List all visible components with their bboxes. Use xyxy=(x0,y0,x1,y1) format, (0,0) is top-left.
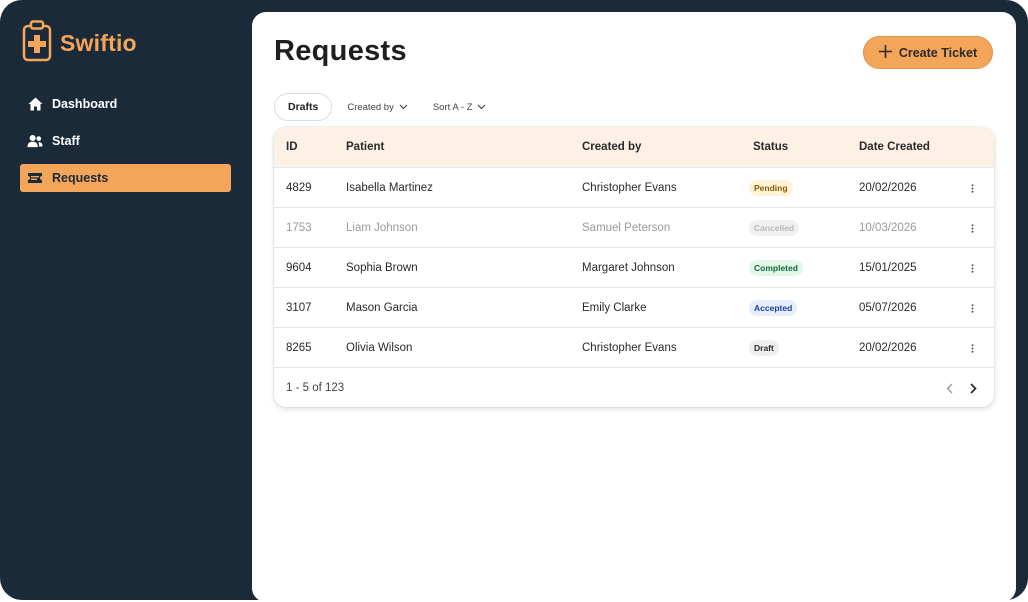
cell-created-by: Margaret Johnson xyxy=(582,262,675,274)
created-by-label: Created by xyxy=(347,101,394,113)
cell-created-by: Samuel Peterson xyxy=(582,222,671,234)
users-icon xyxy=(27,133,43,149)
cell-patient: Isabella Martinez xyxy=(346,182,433,194)
app-logo[interactable]: Swiftio xyxy=(22,20,137,67)
more-options-icon[interactable] xyxy=(971,208,974,248)
cell-created-by: Christopher Evans xyxy=(582,342,677,354)
table-footer: 1 - 5 of 123 xyxy=(274,367,994,407)
sidebar-item-requests[interactable]: Requests xyxy=(20,164,231,192)
cell-id: 1753 xyxy=(286,222,312,234)
chevron-down-icon xyxy=(477,102,486,113)
requests-table: ID Patient Created by Status Date Create… xyxy=(274,127,994,407)
created-by-dropdown[interactable]: Created by xyxy=(347,101,408,113)
status-badge: Cancelled xyxy=(749,220,800,236)
drafts-label: Drafts xyxy=(288,101,319,113)
column-header-id[interactable]: ID xyxy=(286,141,298,153)
page-title: Requests xyxy=(274,35,407,67)
cell-created-by: Emily Clarke xyxy=(582,302,647,314)
more-options-icon[interactable] xyxy=(971,168,974,208)
column-header-created-by[interactable]: Created by xyxy=(582,141,641,153)
chevron-down-icon xyxy=(399,102,408,113)
pagination-info: 1 - 5 of 123 xyxy=(286,382,345,394)
chevron-left-icon[interactable] xyxy=(946,368,953,407)
cell-patient: Olivia Wilson xyxy=(346,342,413,354)
table-row[interactable]: 4829 Isabella Martinez Christopher Evans 20… xyxy=(274,167,994,207)
status-badge: Pending xyxy=(749,180,793,196)
column-header-status[interactable]: Status xyxy=(753,141,788,153)
create-ticket-label: Create Ticket xyxy=(898,45,978,60)
sidebar-item-label: Requests xyxy=(52,171,109,185)
column-header-date-created[interactable]: Date Created xyxy=(859,141,930,153)
cell-id: 3107 xyxy=(286,302,312,314)
cell-date-created: 20/02/2026 xyxy=(859,182,917,194)
drafts-filter-chip[interactable]: Drafts xyxy=(274,93,333,121)
sort-label: Sort A - Z xyxy=(432,101,473,113)
cell-patient: Liam Johnson xyxy=(346,222,418,234)
cell-status: Accepted xyxy=(749,288,798,328)
sidebar: Swiftio Dashboard Staff Requests xyxy=(0,0,250,580)
cell-created-by: Christopher Evans xyxy=(582,182,677,194)
cell-status: Pending xyxy=(749,168,793,208)
status-badge: Completed xyxy=(749,260,803,276)
ticket-icon xyxy=(27,170,43,186)
cell-status: Cancelled xyxy=(749,208,800,248)
sidebar-item-dashboard[interactable]: Dashboard xyxy=(20,90,231,118)
sort-dropdown[interactable]: Sort A - Z xyxy=(433,102,487,113)
cell-date-created: 20/02/2026 xyxy=(859,342,917,354)
cell-id: 8265 xyxy=(286,342,312,354)
table-row[interactable]: 1753 Liam Johnson Samuel Peterson 10/03/202… xyxy=(274,207,994,247)
chevron-right-icon[interactable] xyxy=(970,368,977,407)
medical-clipboard-icon xyxy=(22,20,52,67)
table-row[interactable]: 3107 Mason Garcia Emily Clarke 05/07/2026 Ac… xyxy=(274,287,994,327)
cell-status: Completed xyxy=(749,248,803,288)
cell-date-created: 15/01/2025 xyxy=(859,262,917,274)
create-ticket-button[interactable]: Create Ticket xyxy=(863,36,993,69)
status-badge: Accepted xyxy=(749,300,798,316)
cell-date-created: 05/07/2026 xyxy=(859,302,917,314)
cell-patient: Mason Garcia xyxy=(346,302,418,314)
sidebar-item-staff[interactable]: Staff xyxy=(20,127,231,155)
more-options-icon[interactable] xyxy=(971,248,974,288)
sidebar-item-label: Staff xyxy=(52,134,80,148)
cell-id: 9604 xyxy=(286,262,312,274)
filter-bar: Drafts Created by Sort A - Z xyxy=(274,93,486,121)
main-panel: Requests Create Ticket Drafts Created by… xyxy=(252,12,1016,602)
cell-patient: Sophia Brown xyxy=(346,262,418,274)
cell-id: 4829 xyxy=(286,182,312,194)
more-options-icon[interactable] xyxy=(971,328,974,368)
plus-icon xyxy=(878,44,893,61)
table-header: ID Patient Created by Status Date Create… xyxy=(274,127,994,167)
column-header-patient[interactable]: Patient xyxy=(346,141,384,153)
status-badge: Draft xyxy=(749,340,779,356)
table-row[interactable]: 9604 Sophia Brown Margaret Johnson 15/01/20… xyxy=(274,247,994,287)
table-body: 4829 Isabella Martinez Christopher Evans 20… xyxy=(274,167,994,367)
cell-date-created: 10/03/2026 xyxy=(859,222,917,234)
cell-status: Draft xyxy=(749,328,779,368)
more-options-icon[interactable] xyxy=(971,288,974,328)
table-row[interactable]: 8265 Olivia Wilson Christopher Evans 20/02/… xyxy=(274,327,994,367)
sidebar-item-label: Dashboard xyxy=(52,97,118,111)
app-name: Swiftio xyxy=(60,30,137,56)
home-icon xyxy=(27,96,43,112)
